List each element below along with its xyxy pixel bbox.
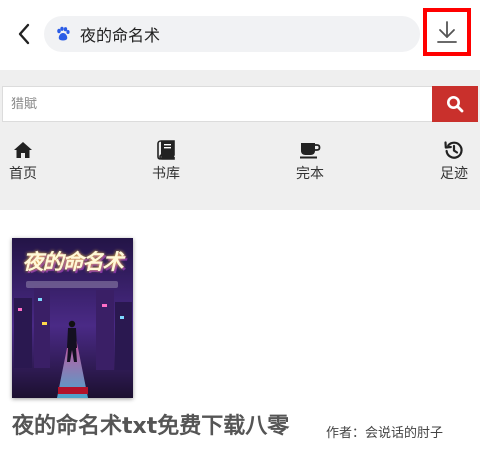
book-detail: 夜的命名术 夜的命名术txt免费下载八零 作者：会说话的肘子 — [0, 210, 480, 454]
book-cover[interactable]: 夜的命名术 — [12, 238, 133, 398]
nav-item-home[interactable]: 首页 — [0, 140, 47, 183]
search-input[interactable] — [2, 86, 432, 122]
back-button[interactable] — [10, 20, 38, 48]
browser-toolbar: 夜的命名术 — [0, 0, 480, 70]
address-bar[interactable]: 夜的命名术 — [44, 16, 420, 52]
nav-label-home: 首页 — [9, 166, 37, 182]
page-title: 夜的命名术 — [80, 26, 161, 45]
book-icon — [155, 140, 177, 160]
download-icon — [437, 21, 457, 43]
nav-label-completed: 完本 — [296, 166, 324, 182]
nav-item-history[interactable]: 足迹 — [430, 140, 478, 183]
nav-label-history: 足迹 — [440, 166, 468, 182]
chevron-left-icon — [18, 23, 30, 45]
author-name[interactable]: 会说话的肘子 — [365, 426, 443, 441]
cover-title: 夜的命名术 — [22, 250, 124, 274]
history-icon — [443, 140, 465, 160]
nav-item-library[interactable]: 书库 — [142, 140, 190, 183]
home-icon — [12, 140, 34, 160]
search-button[interactable] — [432, 86, 478, 122]
nav-item-completed[interactable]: 完本 — [286, 140, 334, 183]
coffee-cup-icon — [299, 140, 321, 160]
author-label: 作者： — [326, 426, 366, 441]
cover-subtitle-strip — [26, 281, 118, 288]
nav-label-library: 书库 — [152, 166, 180, 182]
baidu-paw-icon — [54, 25, 72, 43]
book-title: 夜的命名术txt免费下载八零 — [12, 414, 290, 439]
search-icon — [447, 96, 464, 113]
download-button[interactable] — [423, 8, 471, 56]
site-nav: 首页 书库 完本 足迹 — [0, 140, 480, 184]
author-info: 作者：会说话的肘子 — [326, 422, 443, 441]
publisher-badge — [58, 387, 88, 394]
site-header: 首页 书库 完本 — [0, 70, 480, 210]
